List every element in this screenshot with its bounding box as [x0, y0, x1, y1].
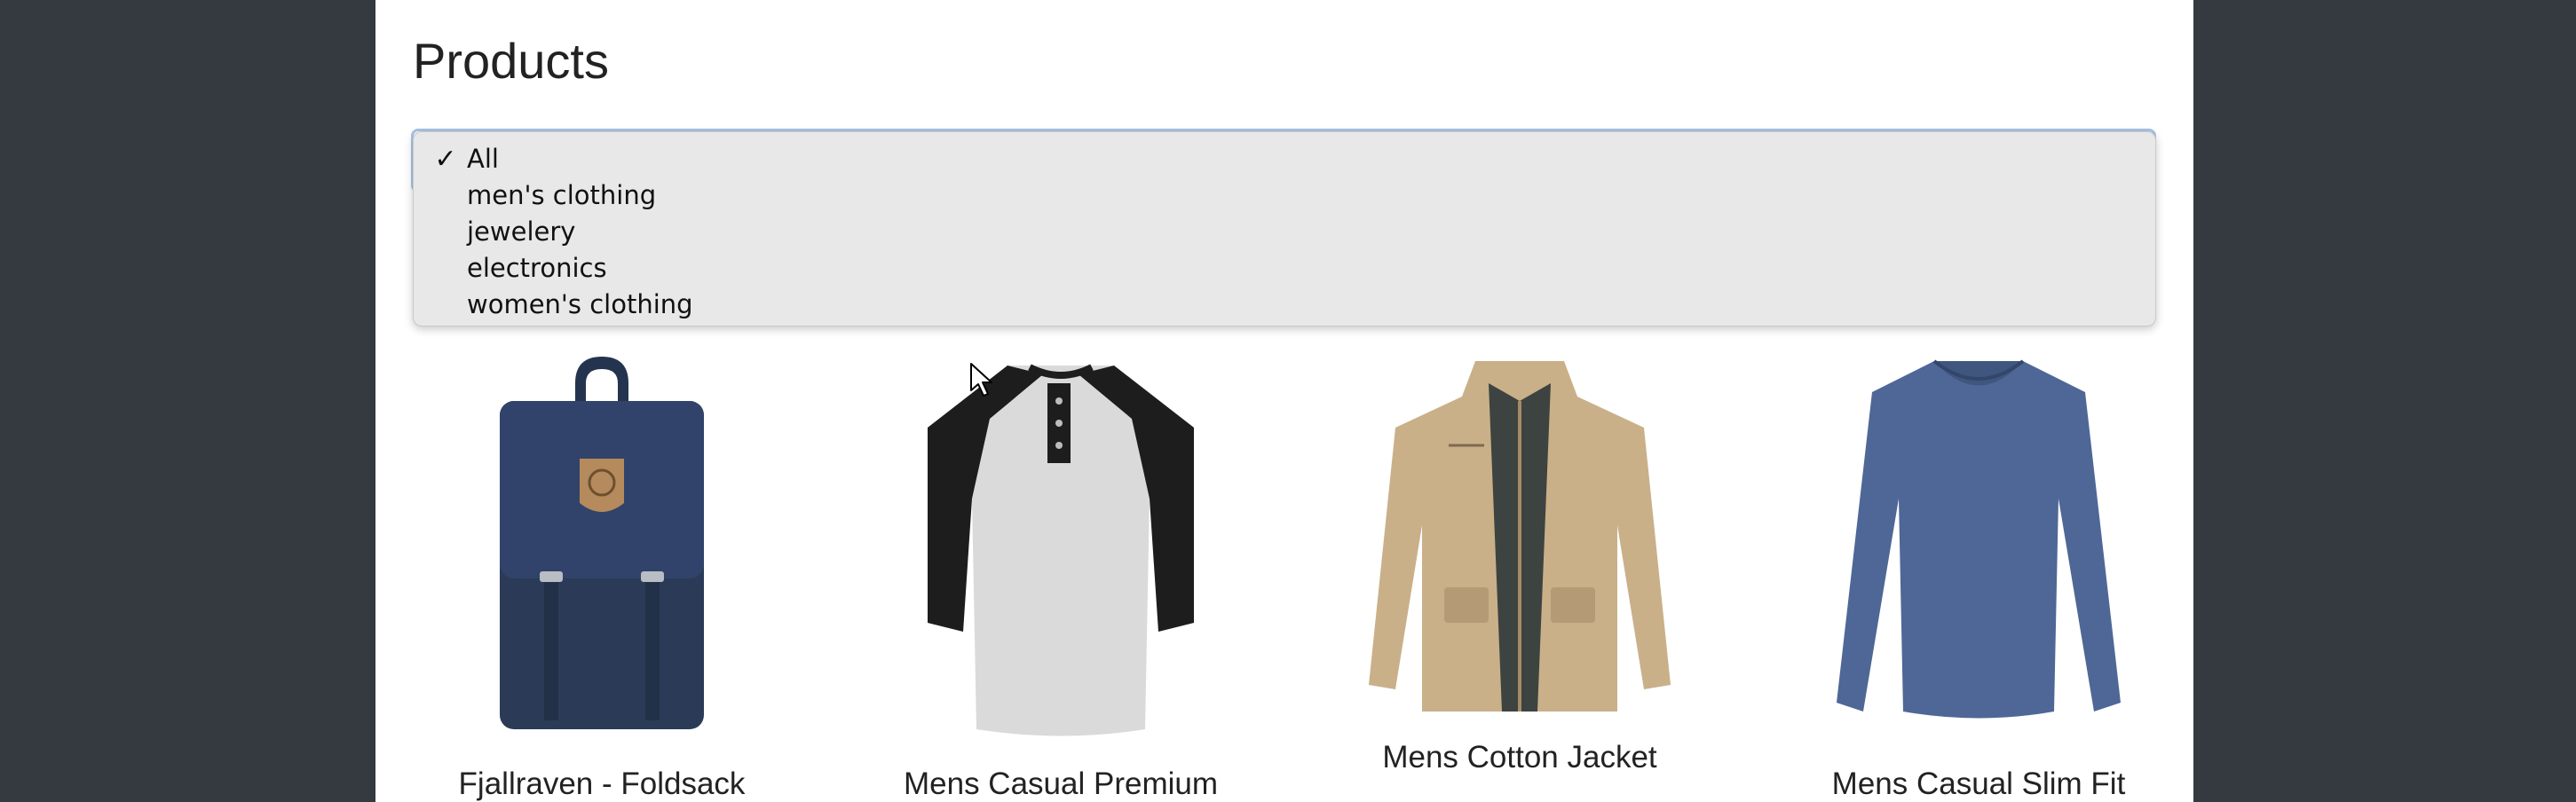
product-title[interactable]: Fjallraven - Foldsack	[393, 767, 810, 802]
products-page: Products ✓ All men's clothing jewelery e…	[375, 0, 2193, 802]
option-label: women's clothing	[467, 289, 693, 319]
product-card[interactable]: Mens Cotton Jacket	[1311, 337, 1728, 802]
jacket-image[interactable]	[1311, 348, 1728, 738]
option-label: jewelery	[467, 216, 576, 247]
mouse-cursor-icon	[970, 363, 992, 397]
dropdown-option-electronics[interactable]: electronics	[414, 250, 2155, 287]
product-title[interactable]: Mens Casual Slim Fit	[1770, 767, 2187, 802]
long-sleeve-shirt-image[interactable]	[1770, 348, 2187, 738]
product-card[interactable]: Mens Casual Slim Fit	[1770, 337, 2187, 802]
dropdown-option-mens-clothing[interactable]: men's clothing	[414, 177, 2155, 214]
raglan-shirt-image[interactable]	[852, 348, 1269, 738]
dropdown-option-jewelery[interactable]: jewelery	[414, 214, 2155, 250]
checkmark-icon: ✓	[434, 144, 457, 175]
dropdown-option-womens-clothing[interactable]: women's clothing	[414, 287, 2155, 323]
dropdown-option-all[interactable]: ✓ All	[414, 141, 2155, 177]
product-title[interactable]: Mens Casual Premium	[852, 767, 1269, 802]
page-title: Products	[413, 33, 609, 89]
category-dropdown-list[interactable]: ✓ All men's clothing jewelery electronic…	[413, 131, 2156, 326]
option-label: electronics	[467, 253, 607, 283]
product-card[interactable]: Fjallraven - Foldsack	[393, 337, 810, 802]
option-label: All	[467, 144, 499, 174]
option-label: men's clothing	[467, 180, 657, 210]
product-card[interactable]: Mens Casual Premium	[852, 337, 1269, 802]
product-title[interactable]: Mens Cotton Jacket	[1311, 740, 1728, 775]
backpack-image[interactable]	[393, 348, 810, 738]
